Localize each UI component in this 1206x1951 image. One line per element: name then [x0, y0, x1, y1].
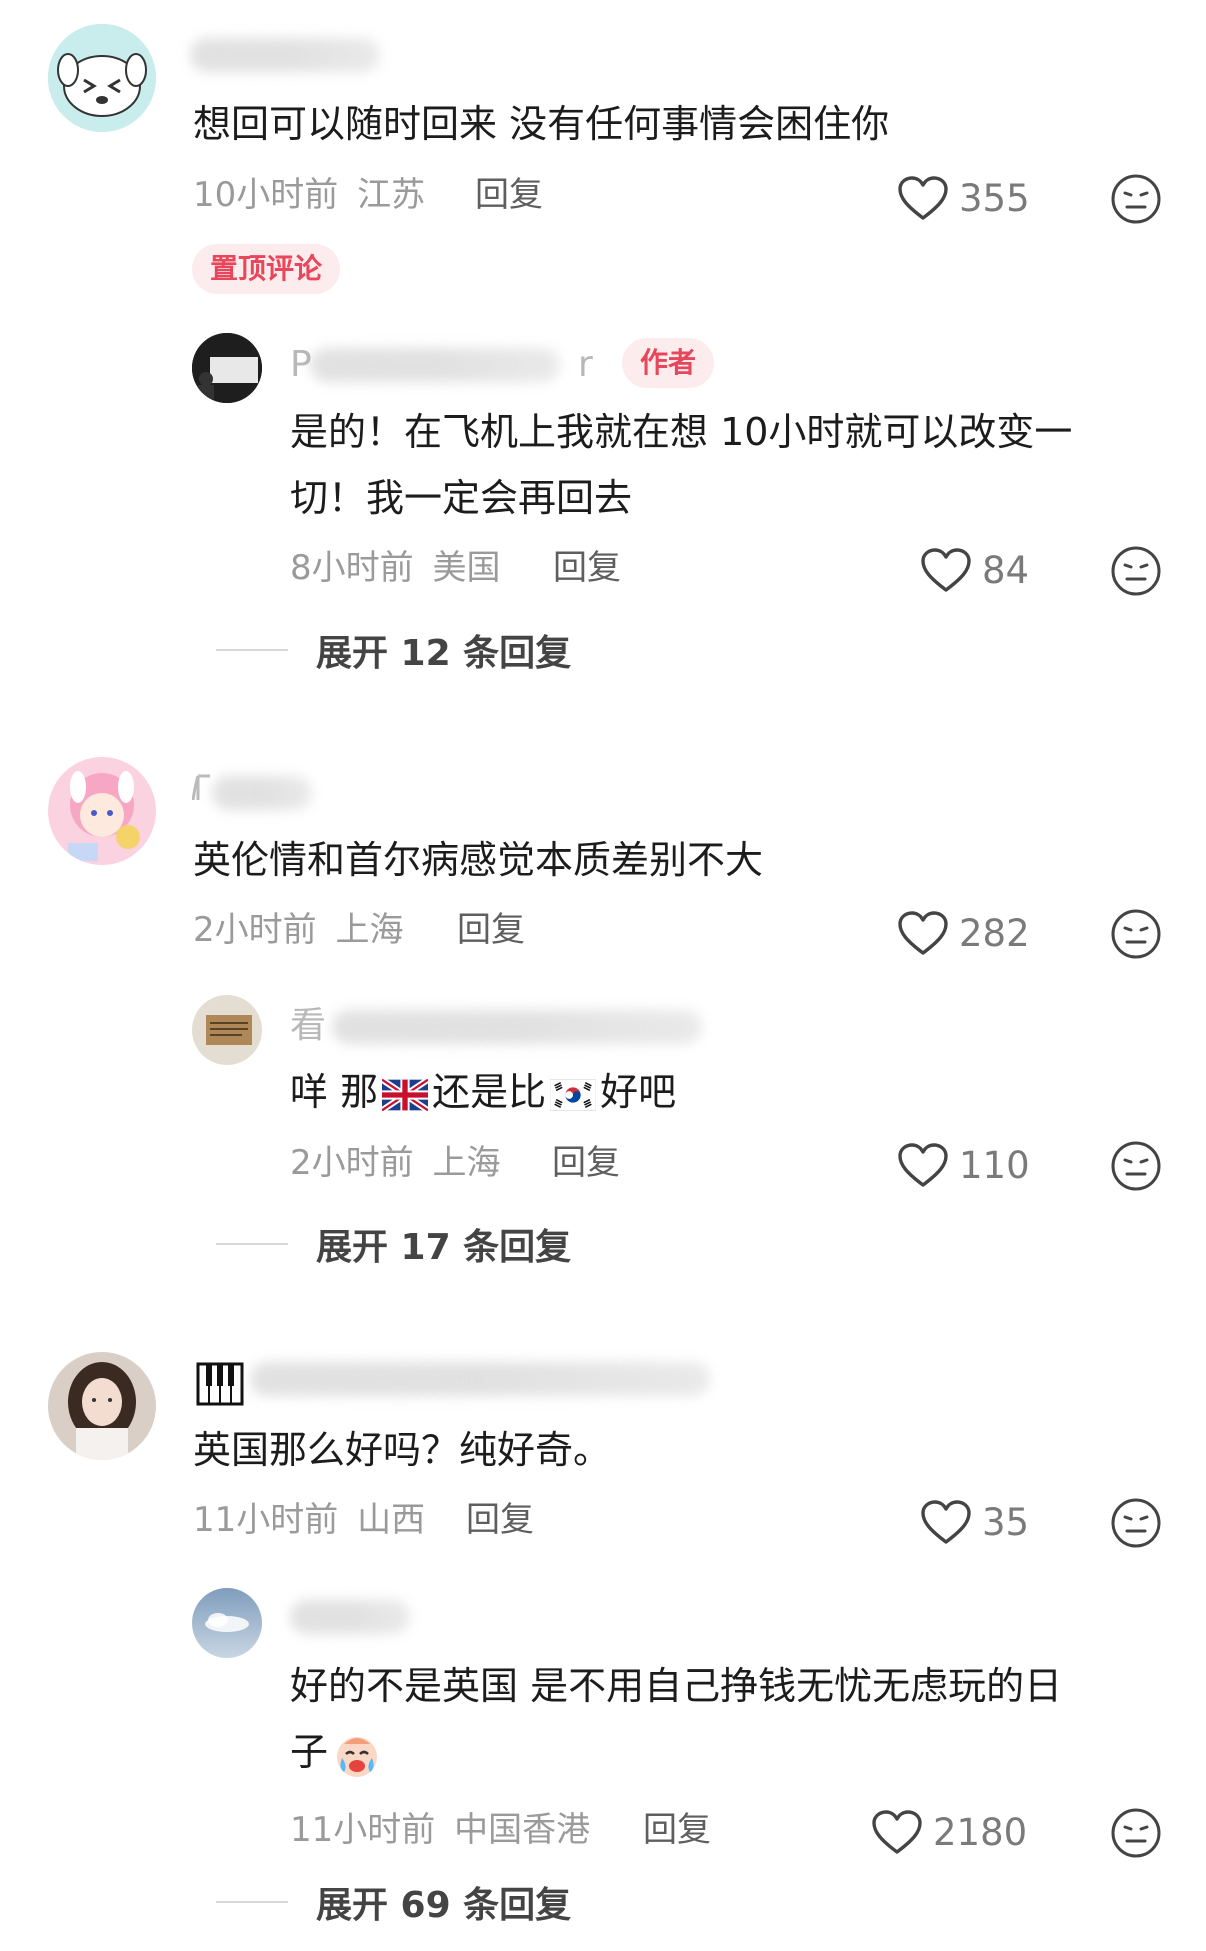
- like-button[interactable]: 110: [897, 1140, 1030, 1190]
- reply-text-line2: 子: [290, 1720, 382, 1784]
- comment-text: 英国那么好吗？纯好奇。: [193, 1428, 612, 1472]
- heart-icon: [898, 911, 948, 955]
- comment-text: 英伦情和首尔病感觉本质差别不大: [193, 838, 764, 882]
- reply-time: 11小时前: [290, 1810, 436, 1850]
- username-blurred[interactable]: [190, 38, 380, 72]
- dislike-face-icon[interactable]: [1110, 173, 1162, 225]
- reply-username-lead: P: [290, 344, 312, 385]
- comment-meta: 2小时前 上海: [193, 910, 403, 950]
- comment-text: 想回可以随时回来 没有任何事情会困住你: [193, 102, 890, 146]
- divider: [216, 1901, 288, 1903]
- pinned-comment-badge: 置顶评论: [192, 244, 341, 294]
- reply-text-line1: 好的不是英国 是不用自己挣钱无忧无虑玩的日: [290, 1664, 1063, 1708]
- reply-text: 咩 那 还是比 好吧: [290, 1060, 676, 1124]
- reply-text-line1: 是的！在飞机上我就在想 10小时就可以改变一: [290, 410, 1073, 454]
- heart-icon: [898, 176, 948, 220]
- reply-location: 美国: [432, 548, 501, 588]
- avatar[interactable]: [48, 24, 156, 132]
- expand-replies-label: 展开 17 条回复: [316, 1227, 572, 1268]
- reply-meta: 8小时前 美国: [290, 548, 500, 588]
- reply-username-blurred[interactable]: [290, 1600, 410, 1634]
- reply-meta: 11小时前 中国香港: [290, 1810, 590, 1850]
- like-button[interactable]: 84: [920, 545, 1029, 595]
- reply-button[interactable]: 回复: [457, 910, 525, 950]
- heart-icon: [898, 1143, 948, 1187]
- reply-username-blurred[interactable]: [332, 1010, 702, 1044]
- reply-location: 中国香港: [454, 1810, 591, 1850]
- divider: [216, 649, 288, 651]
- korea-flag-icon: [550, 1078, 597, 1111]
- username-blurred[interactable]: [250, 1362, 710, 1396]
- like-count: 282: [959, 911, 1030, 955]
- reply-button[interactable]: 回复: [643, 1810, 711, 1850]
- reply-text-part1: 咩 那: [290, 1070, 379, 1114]
- reply-avatar[interactable]: [192, 1588, 262, 1658]
- reply-username-blurred[interactable]: [310, 348, 560, 382]
- reply-time: 8小时前: [290, 548, 414, 588]
- divider: [216, 1243, 288, 1245]
- reply-button[interactable]: 回复: [466, 1500, 534, 1540]
- crying-emoji-icon: [337, 1736, 378, 1777]
- comment-time: 10小时前: [193, 175, 339, 215]
- expand-replies-button[interactable]: 展开 12 条回复: [216, 628, 571, 674]
- dislike-face-icon[interactable]: [1110, 545, 1162, 597]
- reply-button[interactable]: 回复: [475, 175, 543, 215]
- reply-meta: 2小时前 上海: [290, 1143, 500, 1183]
- uk-flag-icon: [382, 1078, 429, 1111]
- reply-text-line2-text: 子: [290, 1730, 329, 1774]
- comment-meta: 10小时前 江苏: [193, 175, 425, 215]
- username-blurred[interactable]: [212, 776, 312, 810]
- reply-username-tail: r: [578, 344, 593, 385]
- expand-replies-button[interactable]: 展开 17 条回复: [216, 1222, 571, 1268]
- username-lead: [191, 770, 214, 813]
- reply-text-part2: 还是比: [432, 1070, 547, 1114]
- dislike-face-icon[interactable]: [1110, 1497, 1162, 1549]
- dislike-face-icon[interactable]: [1110, 908, 1162, 960]
- comment-time: 11小时前: [193, 1500, 339, 1540]
- expand-replies-button[interactable]: 展开 69 条回复: [216, 1880, 571, 1926]
- comment-location: 山西: [357, 1500, 426, 1540]
- avatar[interactable]: [48, 1352, 156, 1460]
- reply-text-line2: 切！我一定会再回去: [290, 476, 633, 520]
- expand-replies-label: 展开 69 条回复: [316, 1885, 572, 1926]
- reply-avatar[interactable]: [192, 333, 262, 403]
- expand-replies-label: 展开 12 条回复: [316, 633, 572, 674]
- like-button[interactable]: 2180: [871, 1807, 1027, 1857]
- reply-text-part3: 好吧: [600, 1070, 677, 1114]
- author-badge: 作者: [622, 338, 715, 388]
- dislike-face-icon[interactable]: [1110, 1807, 1162, 1859]
- reply-button[interactable]: 回复: [553, 548, 621, 588]
- like-count: 35: [982, 1500, 1030, 1544]
- piano-icon: [196, 1362, 244, 1406]
- like-count: 355: [959, 176, 1030, 220]
- reply-time: 2小时前: [290, 1143, 414, 1183]
- comment-meta: 11小时前 山西: [193, 1500, 425, 1540]
- comment-location: 江苏: [357, 175, 426, 215]
- comment-location: 上海: [335, 910, 404, 950]
- heart-icon: [921, 548, 971, 592]
- comment-time: 2小时前: [193, 910, 317, 950]
- heart-icon: [921, 1500, 971, 1544]
- like-button[interactable]: 282: [897, 908, 1030, 958]
- avatar[interactable]: [48, 757, 156, 865]
- reply-username-lead: 看: [290, 1005, 327, 1046]
- dislike-face-icon[interactable]: [1110, 1140, 1162, 1192]
- like-count: 2180: [933, 1810, 1028, 1854]
- reply-location: 上海: [432, 1143, 501, 1183]
- heart-icon: [872, 1810, 922, 1854]
- like-count: 84: [982, 548, 1030, 592]
- like-button[interactable]: 35: [920, 1497, 1029, 1547]
- like-button[interactable]: 355: [897, 173, 1030, 223]
- like-count: 110: [959, 1143, 1030, 1187]
- reply-button[interactable]: 回复: [552, 1143, 620, 1183]
- reply-avatar[interactable]: [192, 995, 262, 1065]
